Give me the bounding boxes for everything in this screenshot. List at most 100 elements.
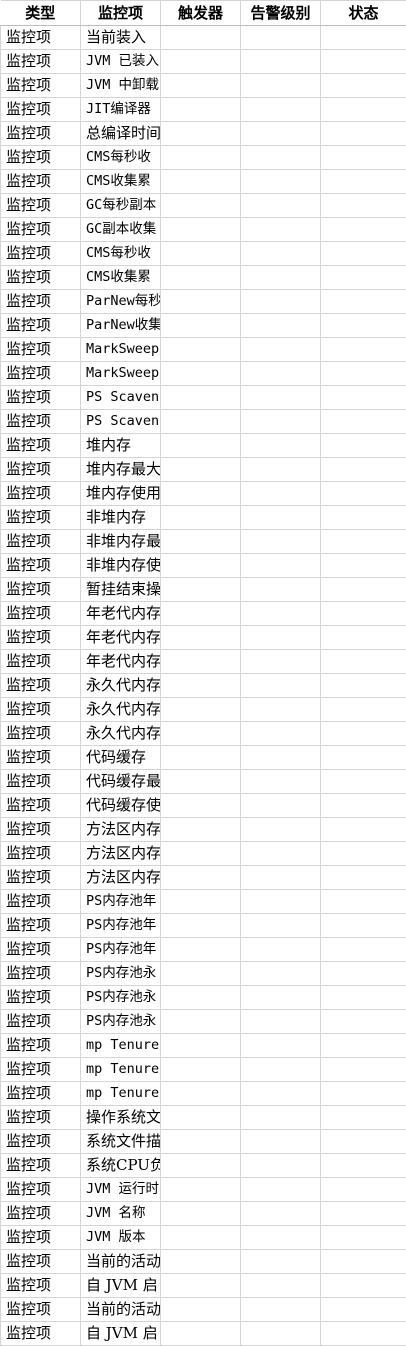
cell-type[interactable]: 监控项	[1, 1250, 81, 1274]
cell-alert-level[interactable]	[241, 122, 321, 146]
cell-status[interactable]	[321, 1274, 406, 1298]
cell-trigger[interactable]	[161, 1274, 241, 1298]
cell-trigger[interactable]	[161, 1010, 241, 1034]
cell-alert-level[interactable]	[241, 194, 321, 218]
cell-item[interactable]: 堆内存	[81, 434, 161, 458]
cell-trigger[interactable]	[161, 794, 241, 818]
cell-trigger[interactable]	[161, 194, 241, 218]
cell-type[interactable]: 监控项	[1, 506, 81, 530]
cell-status[interactable]	[321, 410, 406, 434]
cell-item[interactable]: mp Tenure	[81, 1058, 161, 1082]
cell-status[interactable]	[321, 314, 406, 338]
cell-type[interactable]: 监控项	[1, 170, 81, 194]
cell-status[interactable]	[321, 722, 406, 746]
cell-trigger[interactable]	[161, 1322, 241, 1346]
cell-item[interactable]: CMS收集累	[81, 170, 161, 194]
cell-trigger[interactable]	[161, 434, 241, 458]
cell-alert-level[interactable]	[241, 1130, 321, 1154]
cell-type[interactable]: 监控项	[1, 74, 81, 98]
cell-type[interactable]: 监控项	[1, 938, 81, 962]
cell-trigger[interactable]	[161, 98, 241, 122]
cell-status[interactable]	[321, 1154, 406, 1178]
table-row[interactable]: 监控项PS Scaven	[1, 410, 406, 434]
table-row[interactable]: 监控项堆内存使用	[1, 482, 406, 506]
cell-status[interactable]	[321, 746, 406, 770]
cell-alert-level[interactable]	[241, 290, 321, 314]
cell-trigger[interactable]	[161, 362, 241, 386]
cell-item[interactable]: 总编译时间	[81, 122, 161, 146]
cell-status[interactable]	[321, 866, 406, 890]
cell-item[interactable]: ParNew收集	[81, 314, 161, 338]
cell-trigger[interactable]	[161, 986, 241, 1010]
cell-trigger[interactable]	[161, 770, 241, 794]
cell-item[interactable]: 操作系统文	[81, 1106, 161, 1130]
cell-type[interactable]: 监控项	[1, 1034, 81, 1058]
cell-status[interactable]	[321, 674, 406, 698]
cell-alert-level[interactable]	[241, 74, 321, 98]
cell-type[interactable]: 监控项	[1, 722, 81, 746]
cell-type[interactable]: 监控项	[1, 314, 81, 338]
cell-trigger[interactable]	[161, 1250, 241, 1274]
cell-trigger[interactable]	[161, 1202, 241, 1226]
cell-type[interactable]: 监控项	[1, 242, 81, 266]
cell-trigger[interactable]	[161, 266, 241, 290]
cell-trigger[interactable]	[161, 1058, 241, 1082]
cell-type[interactable]: 监控项	[1, 1082, 81, 1106]
cell-status[interactable]	[321, 986, 406, 1010]
cell-alert-level[interactable]	[241, 242, 321, 266]
cell-type[interactable]: 监控项	[1, 122, 81, 146]
cell-item[interactable]: 系统文件描	[81, 1130, 161, 1154]
cell-status[interactable]	[321, 338, 406, 362]
cell-alert-level[interactable]	[241, 650, 321, 674]
cell-status[interactable]	[321, 770, 406, 794]
cell-trigger[interactable]	[161, 218, 241, 242]
cell-status[interactable]	[321, 914, 406, 938]
table-row[interactable]: 监控项永久代内存	[1, 698, 406, 722]
cell-trigger[interactable]	[161, 1106, 241, 1130]
cell-type[interactable]: 监控项	[1, 986, 81, 1010]
cell-item[interactable]: PS Scaven	[81, 410, 161, 434]
cell-alert-level[interactable]	[241, 1250, 321, 1274]
cell-alert-level[interactable]	[241, 482, 321, 506]
cell-status[interactable]	[321, 242, 406, 266]
cell-item[interactable]: JVM 已装入	[81, 50, 161, 74]
cell-item[interactable]: mp Tenure	[81, 1082, 161, 1106]
cell-trigger[interactable]	[161, 1226, 241, 1250]
cell-item[interactable]: ParNew每秒	[81, 290, 161, 314]
cell-alert-level[interactable]	[241, 458, 321, 482]
cell-alert-level[interactable]	[241, 170, 321, 194]
table-row[interactable]: 监控项CMS每秒收	[1, 146, 406, 170]
cell-status[interactable]	[321, 650, 406, 674]
cell-item[interactable]: 年老代内存	[81, 602, 161, 626]
cell-type[interactable]: 监控项	[1, 458, 81, 482]
cell-status[interactable]	[321, 506, 406, 530]
table-row[interactable]: 监控项mp Tenure	[1, 1082, 406, 1106]
cell-alert-level[interactable]	[241, 1058, 321, 1082]
cell-trigger[interactable]	[161, 530, 241, 554]
cell-type[interactable]: 监控项	[1, 554, 81, 578]
cell-trigger[interactable]	[161, 674, 241, 698]
cell-type[interactable]: 监控项	[1, 650, 81, 674]
cell-alert-level[interactable]	[241, 1322, 321, 1346]
cell-alert-level[interactable]	[241, 770, 321, 794]
table-row[interactable]: 监控项PS内存池年	[1, 938, 406, 962]
table-row[interactable]: 监控项CMS收集累	[1, 170, 406, 194]
cell-item[interactable]: 当前装入	[81, 26, 161, 50]
cell-alert-level[interactable]	[241, 1034, 321, 1058]
cell-status[interactable]	[321, 1250, 406, 1274]
cell-type[interactable]: 监控项	[1, 1154, 81, 1178]
cell-item[interactable]: PS内存池年	[81, 890, 161, 914]
cell-type[interactable]: 监控项	[1, 818, 81, 842]
table-row[interactable]: 监控项当前的活动	[1, 1250, 406, 1274]
table-row[interactable]: 监控项年老代内存	[1, 650, 406, 674]
cell-type[interactable]: 监控项	[1, 1226, 81, 1250]
cell-status[interactable]	[321, 266, 406, 290]
cell-type[interactable]: 监控项	[1, 386, 81, 410]
cell-item[interactable]: GC副本收集	[81, 218, 161, 242]
cell-item[interactable]: JIT编译器	[81, 98, 161, 122]
header-alert-level[interactable]: 告警级别	[241, 1, 321, 26]
cell-trigger[interactable]	[161, 914, 241, 938]
cell-alert-level[interactable]	[241, 986, 321, 1010]
cell-trigger[interactable]	[161, 506, 241, 530]
cell-item[interactable]: 年老代内存	[81, 626, 161, 650]
